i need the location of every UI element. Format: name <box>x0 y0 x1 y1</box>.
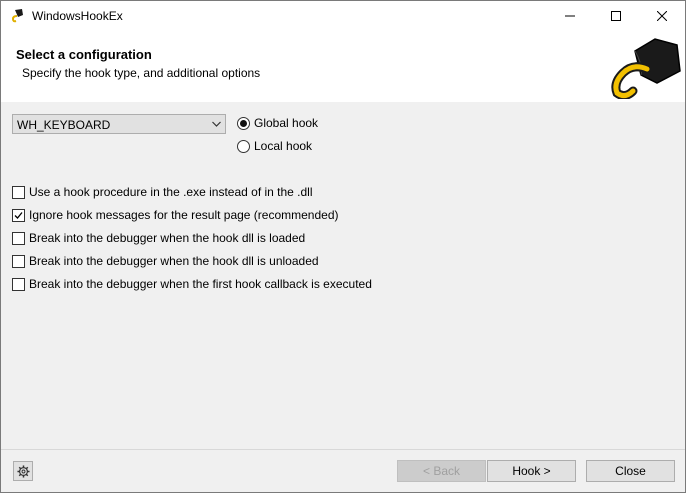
checkbox-use-exe-procedure[interactable]: Use a hook procedure in the .exe instead… <box>12 185 313 199</box>
hook-type-dropdown[interactable]: WH_KEYBOARD <box>12 114 226 134</box>
checkbox-label: Ignore hook messages for the result page… <box>29 208 339 222</box>
radio-global-hook[interactable]: Global hook <box>237 116 318 130</box>
app-icon <box>9 8 25 24</box>
close-window-button[interactable] <box>639 1 685 31</box>
checkbox-label: Use a hook procedure in the .exe instead… <box>29 185 313 199</box>
settings-button[interactable] <box>13 461 33 481</box>
checkbox-label: Break into the debugger when the hook dl… <box>29 231 306 245</box>
wizard-window: WindowsHookEx Select a configuration Spe… <box>0 0 686 493</box>
checkbox-box <box>12 254 25 268</box>
radio-indicator <box>237 116 250 130</box>
minimize-button[interactable] <box>547 1 593 31</box>
gear-icon <box>16 464 30 478</box>
radio-local-hook[interactable]: Local hook <box>237 139 312 153</box>
radio-label: Local hook <box>254 139 313 153</box>
page-subtitle: Specify the hook type, and additional op… <box>22 66 261 80</box>
title-bar[interactable]: WindowsHookEx <box>1 1 685 31</box>
checkbox-box <box>12 231 25 245</box>
hook-logo-icon <box>611 38 681 99</box>
maximize-icon <box>611 11 621 21</box>
close-icon <box>657 11 667 21</box>
checkbox-break-on-load[interactable]: Break into the debugger when the hook dl… <box>12 231 305 245</box>
window-title: WindowsHookEx <box>32 9 123 23</box>
checkbox-break-on-first-callback[interactable]: Break into the debugger when the first h… <box>12 277 372 291</box>
checkbox-box <box>12 185 25 199</box>
checkbox-break-on-unload[interactable]: Break into the debugger when the hook dl… <box>12 254 319 268</box>
chevron-down-icon <box>212 121 221 127</box>
minimize-icon <box>565 15 575 17</box>
checkbox-ignore-hook-messages[interactable]: Ignore hook messages for the result page… <box>12 208 339 222</box>
checkbox-box <box>12 208 25 222</box>
hook-button[interactable]: Hook > <box>487 460 576 482</box>
checkbox-box <box>12 277 25 291</box>
checkbox-label: Break into the debugger when the first h… <box>29 277 372 291</box>
checkbox-label: Break into the debugger when the hook dl… <box>29 254 319 268</box>
hook-type-value: WH_KEYBOARD <box>17 118 111 132</box>
radio-indicator <box>237 139 250 153</box>
wizard-header: Select a configuration Specify the hook … <box>1 31 685 102</box>
close-button[interactable]: Close <box>586 460 675 482</box>
footer-divider <box>1 449 685 450</box>
page-title: Select a configuration <box>16 47 152 62</box>
radio-label: Global hook <box>254 116 319 130</box>
checkmark-icon <box>14 211 23 219</box>
back-button[interactable]: < Back <box>397 460 486 482</box>
maximize-button[interactable] <box>593 1 639 31</box>
